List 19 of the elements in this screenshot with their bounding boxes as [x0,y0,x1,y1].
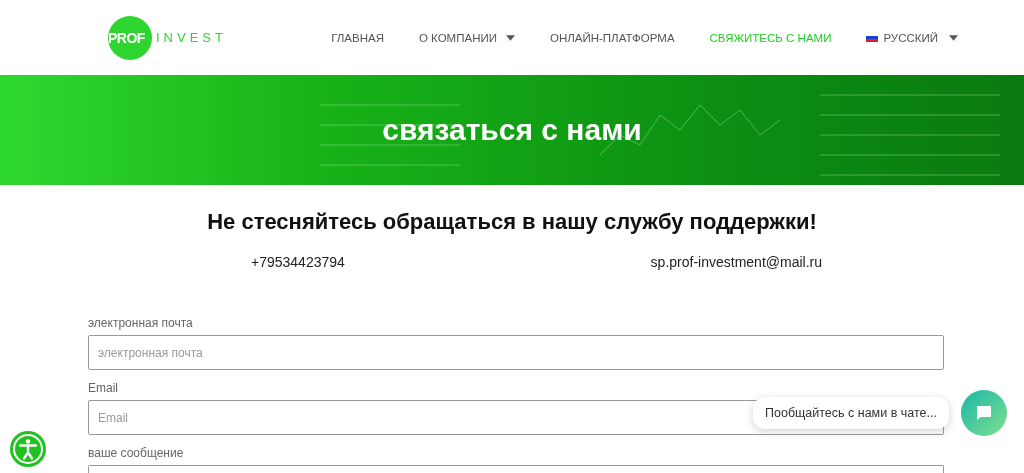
field-label: ваше сообщение [88,446,185,460]
input-field[interactable]: электронная почта [88,335,944,370]
caret-icon [506,34,515,41]
accessibility-icon[interactable] [10,431,46,467]
support-heading: Не стесняйтесь обращаться в нашу службу поддержки! [206,209,818,235]
page-title: связаться с нами [382,113,642,147]
phone-number: +79534423794 [251,254,345,270]
language-selector[interactable]: РУССКИЙ [866,31,958,44]
field-label: Email [88,381,119,395]
chat-button[interactable] [960,390,1007,436]
nav-link[interactable]: О КОМПАНИИ [418,31,515,44]
caret-icon [949,34,958,41]
nav-link[interactable]: ГЛАВНАЯ [331,31,384,44]
flag-icon [866,33,879,42]
chat-prompt-tooltip[interactable]: Пообщайтесь с нами в чате... [753,397,949,429]
field-label: электронная почта [88,316,194,330]
email-address: sp.prof-investment@mail.ru [650,254,822,270]
chat-bubble-icon [974,404,993,422]
nav-link[interactable]: ОНЛАЙН-ПЛАТФОРМА [550,31,675,44]
